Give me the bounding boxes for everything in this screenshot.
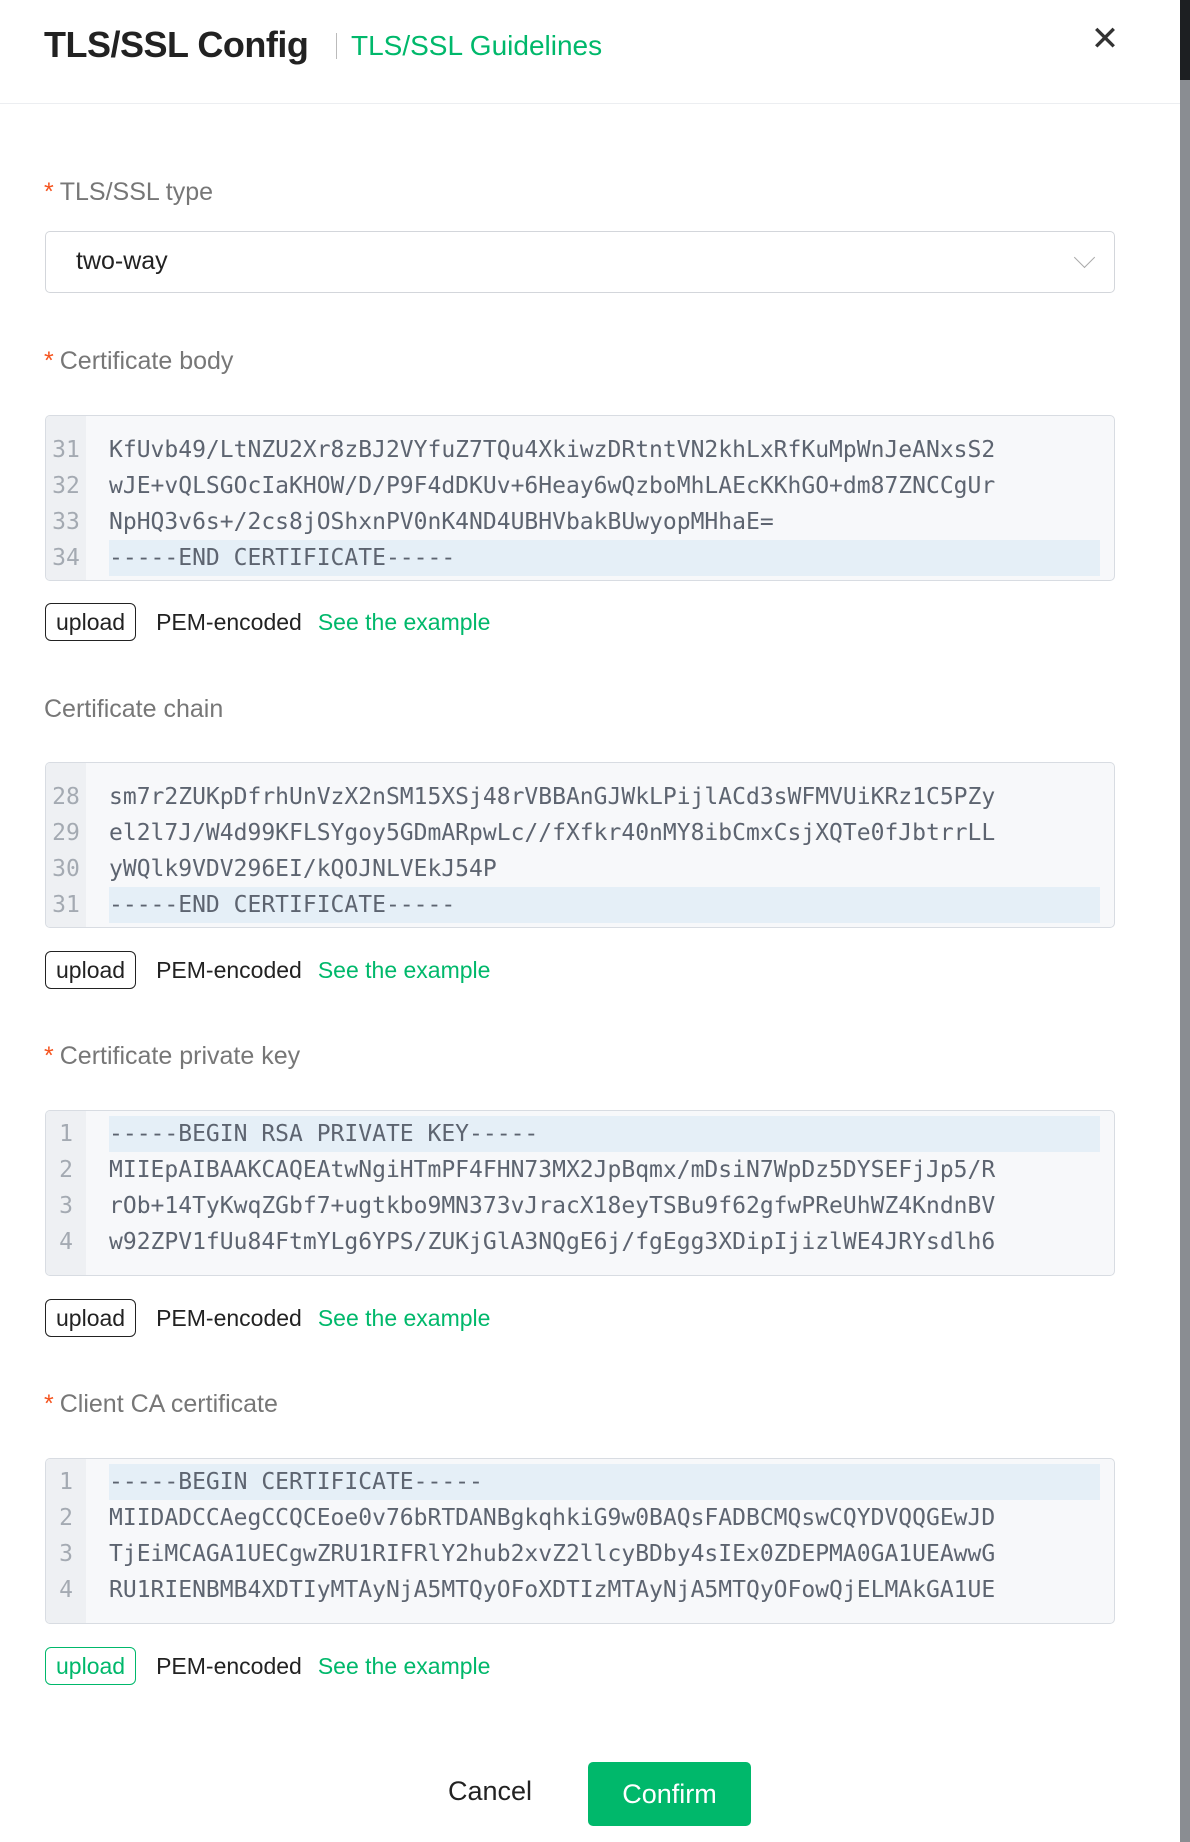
- chevron-down-icon: [1073, 246, 1096, 269]
- line-text: KfUvb49/LtNZU2Xr8zBJ2VYfuZ7TQu4XkiwzDRtn…: [109, 437, 996, 463]
- line-text: -----END CERTIFICATE-----: [109, 540, 1100, 576]
- line-text: sm7r2ZUKpDfrhUnVzX2nSM15XSj48rVBBAnGJWkL…: [109, 784, 996, 810]
- upload-button[interactable]: upload: [45, 1299, 137, 1337]
- confirm-button[interactable]: Confirm: [588, 1762, 751, 1826]
- label-text: Certificate chain: [44, 695, 224, 723]
- see-example-link[interactable]: See the example: [318, 1653, 491, 1680]
- code-line: 3 rOb+14TyKwqZGbf7+ugtkbo9MN373vJracX18ey…: [46, 1188, 1114, 1224]
- code-line: 33 NpHQ3v6s+/2cs8jOShxnPV0nK4ND4UBHVbakBU…: [46, 504, 1114, 540]
- line-number: 2: [59, 1157, 73, 1183]
- line-number: 32: [52, 473, 80, 499]
- line-text: MIIEpAIBAAKCAQEAtwNgiHTmPF4FHN73MX2JpBqm…: [109, 1157, 996, 1183]
- line-number: 1: [59, 1469, 73, 1495]
- code-line-active: 1 -----BEGIN RSA PRIVATE KEY-----: [46, 1116, 1114, 1152]
- upload-button[interactable]: upload: [45, 1647, 137, 1685]
- format-hint: PEM-encoded: [156, 1652, 302, 1679]
- line-number: 3: [59, 1541, 73, 1567]
- tls-type-label: * TLS/SSL type: [44, 178, 213, 207]
- see-example-link[interactable]: See the example: [318, 1305, 491, 1332]
- line-text: wJE+vQLSGOcIaKHOW/D/P9F4dDKUv+6Heay6wQzb…: [109, 473, 996, 499]
- code-line: 4 RU1RIENBMB4XDTIyMTAyNjA5MTQyOFoXDTIzMTA…: [46, 1572, 1114, 1608]
- close-icon[interactable]: ✕: [1088, 22, 1122, 56]
- line-text: -----END CERTIFICATE-----: [109, 887, 1100, 923]
- line-number: 28: [52, 784, 80, 810]
- line-text: el2l7J/W4d99KFLSYgoy5GDmARpwLc//fXfkr40n…: [109, 820, 996, 846]
- client-ca-label: * Client CA certificate: [44, 1390, 278, 1419]
- code-line: 29 el2l7J/W4d99KFLSYgoy5GDmARpwLc//fXfkr4…: [46, 815, 1114, 851]
- format-hint: PEM-encoded: [156, 1304, 302, 1331]
- cert-chain-upload-row: upload PEM-encoded See the example: [45, 951, 490, 989]
- line-number: 31: [52, 892, 80, 918]
- code-line: 28 sm7r2ZUKpDfrhUnVzX2nSM15XSj48rVBBAnGJW…: [46, 779, 1114, 815]
- line-number: 29: [52, 820, 80, 846]
- title-divider: [336, 33, 337, 59]
- tls-type-select[interactable]: two-way: [45, 231, 1115, 293]
- line-text: rOb+14TyKwqZGbf7+ugtkbo9MN373vJracX18eyT…: [109, 1193, 996, 1219]
- line-number: 1: [59, 1121, 73, 1147]
- see-example-link[interactable]: See the example: [318, 957, 491, 984]
- line-text: TjEiMCAGA1UECgwZRU1RIFRlY2hub2xvZ2llcyBD…: [109, 1541, 996, 1567]
- code-line-active: 31 -----END CERTIFICATE-----: [46, 887, 1114, 923]
- line-number: 2: [59, 1505, 73, 1531]
- line-number: 34: [52, 545, 80, 571]
- line-number: 4: [59, 1229, 73, 1255]
- cert-body-upload-row: upload PEM-encoded See the example: [45, 603, 490, 641]
- upload-button[interactable]: upload: [45, 951, 137, 989]
- cert-body-editor[interactable]: 31 KfUvb49/LtNZU2Xr8zBJ2VYfuZ7TQu4XkiwzDR…: [45, 415, 1115, 581]
- cert-body-label: * Certificate body: [44, 347, 233, 376]
- line-number: 33: [52, 509, 80, 535]
- guidelines-link[interactable]: TLS/SSL Guidelines: [351, 30, 602, 62]
- line-text: MIIDADCCAegCCQCEoe0v76bRTDANBgkqhkiG9w0B…: [109, 1505, 996, 1531]
- code-line-active: 34 -----END CERTIFICATE-----: [46, 540, 1114, 576]
- private-key-editor[interactable]: 1 -----BEGIN RSA PRIVATE KEY----- 2 MIIEpA…: [45, 1110, 1115, 1276]
- label-text: TLS/SSL type: [59, 178, 214, 206]
- code-line-active: 1 -----BEGIN CERTIFICATE-----: [46, 1464, 1114, 1500]
- format-hint: PEM-encoded: [156, 608, 302, 635]
- editor-lines: 1 -----BEGIN RSA PRIVATE KEY----- 2 MIIEpA…: [46, 1116, 1114, 1260]
- label-text: Certificate private key: [59, 1042, 301, 1070]
- private-key-upload-row: upload PEM-encoded See the example: [45, 1299, 490, 1337]
- code-line: 4 w92ZPV1fUu84FtmYLg6YPS/ZUKjGlA3NQgE6j/f…: [46, 1224, 1114, 1260]
- required-asterisk: *: [44, 347, 54, 375]
- cancel-button[interactable]: Cancel: [430, 1776, 550, 1807]
- line-number: 30: [52, 856, 80, 882]
- line-text: yWQlk9VDV296EI/kQOJNLVEkJ54P: [109, 856, 497, 882]
- line-number: 3: [59, 1193, 73, 1219]
- required-asterisk: *: [44, 1390, 54, 1418]
- upload-button[interactable]: upload: [45, 603, 137, 641]
- editor-lines: 31 KfUvb49/LtNZU2Xr8zBJ2VYfuZ7TQu4XkiwzDR…: [46, 432, 1114, 576]
- line-text: RU1RIENBMB4XDTIyMTAyNjA5MTQyOFoXDTIzMTAy…: [109, 1577, 996, 1603]
- scrollbar-thumb[interactable]: [1180, 0, 1190, 80]
- drawer-title: TLS/SSL Config: [44, 24, 309, 65]
- line-text: -----BEGIN CERTIFICATE-----: [109, 1464, 1100, 1500]
- see-example-link[interactable]: See the example: [318, 609, 491, 636]
- required-asterisk: *: [44, 178, 54, 206]
- format-hint: PEM-encoded: [156, 956, 302, 983]
- label-text: Certificate body: [59, 347, 234, 375]
- cert-chain-label: Certificate chain: [44, 695, 223, 724]
- code-line: 31 KfUvb49/LtNZU2Xr8zBJ2VYfuZ7TQu4XkiwzDR…: [46, 432, 1114, 468]
- client-ca-editor[interactable]: 1 -----BEGIN CERTIFICATE----- 2 MIIDADCCAe…: [45, 1458, 1115, 1624]
- code-line: 2 MIIEpAIBAAKCAQEAtwNgiHTmPF4FHN73MX2JpBq…: [46, 1152, 1114, 1188]
- cert-chain-editor[interactable]: 28 sm7r2ZUKpDfrhUnVzX2nSM15XSj48rVBBAnGJW…: [45, 762, 1115, 928]
- line-number: 4: [59, 1577, 73, 1603]
- client-ca-upload-row: upload PEM-encoded See the example: [45, 1647, 490, 1685]
- line-number: 31: [52, 437, 80, 463]
- line-text: NpHQ3v6s+/2cs8jOShxnPV0nK4ND4UBHVbakBUwy…: [109, 509, 774, 535]
- line-text: w92ZPV1fUu84FtmYLg6YPS/ZUKjGlA3NQgE6j/fg…: [109, 1229, 996, 1255]
- code-line: 32 wJE+vQLSGOcIaKHOW/D/P9F4dDKUv+6Heay6wQ…: [46, 468, 1114, 504]
- drawer-header: TLS/SSL Config TLS/SSL Guidelines ✕: [0, 0, 1180, 104]
- private-key-label: * Certificate private key: [44, 1042, 300, 1071]
- line-text: -----BEGIN RSA PRIVATE KEY-----: [109, 1116, 1100, 1152]
- code-line: 3 TjEiMCAGA1UECgwZRU1RIFRlY2hub2xvZ2llcyB…: [46, 1536, 1114, 1572]
- label-text: Client CA certificate: [59, 1390, 278, 1418]
- required-asterisk: *: [44, 1042, 54, 1070]
- editor-lines: 1 -----BEGIN CERTIFICATE----- 2 MIIDADCCAe…: [46, 1464, 1114, 1608]
- code-line: 2 MIIDADCCAegCCQCEoe0v76bRTDANBgkqhkiG9w0…: [46, 1500, 1114, 1536]
- editor-lines: 28 sm7r2ZUKpDfrhUnVzX2nSM15XSj48rVBBAnGJW…: [46, 779, 1114, 923]
- code-line: 30 yWQlk9VDV296EI/kQOJNLVEkJ54P: [46, 851, 1114, 887]
- page-scrollbar[interactable]: [1180, 0, 1190, 1842]
- select-value: two-way: [76, 247, 168, 275]
